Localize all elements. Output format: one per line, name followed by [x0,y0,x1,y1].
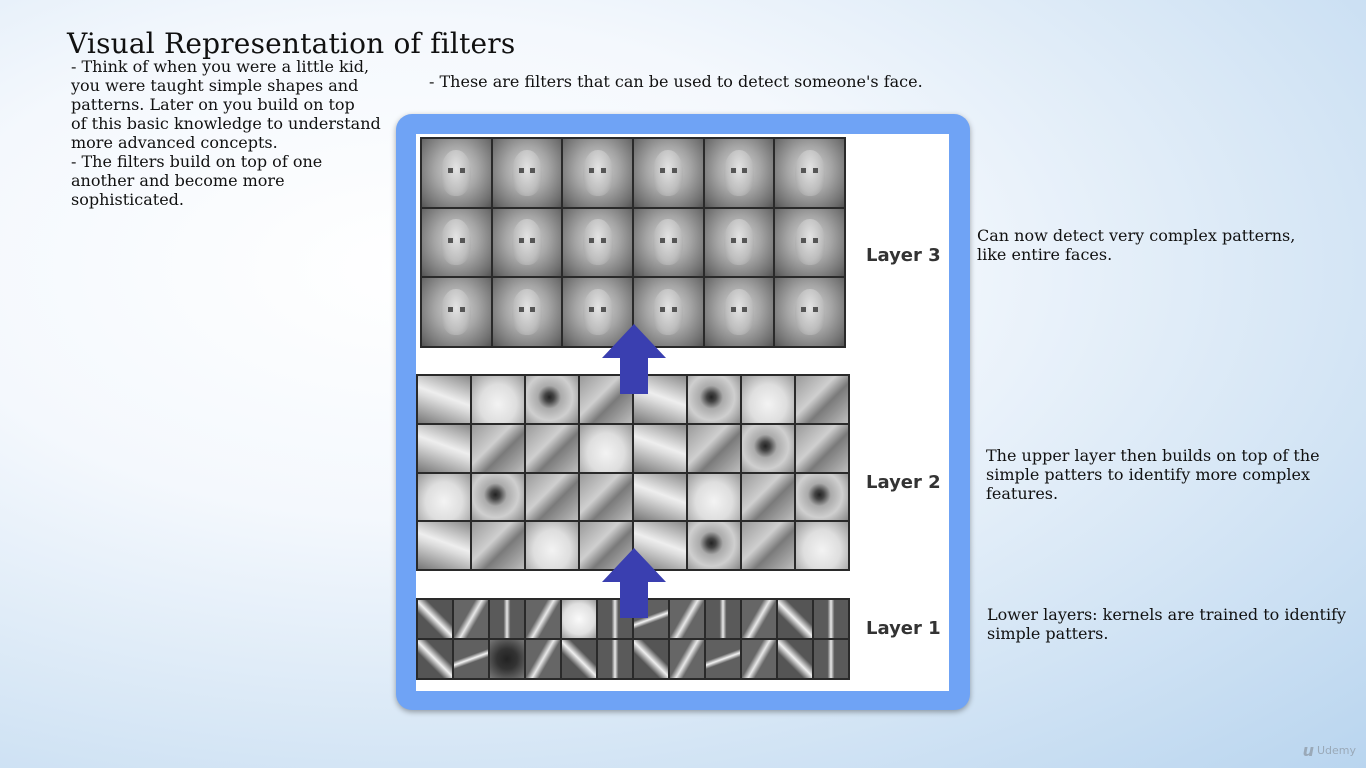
filter-visualization-figure: Layer 3 Layer 2 Layer 1 [396,114,970,710]
feature-filter-cell [634,424,686,472]
feature-filter-cell [796,376,848,423]
feature-filter-cell [472,376,524,423]
edge-kernel-cell [814,600,848,638]
feature-filter-cell [418,376,470,423]
edge-kernel-cell [742,600,776,638]
feature-filter-cell [472,424,524,472]
face-filter-cell [422,139,491,207]
feature-filter-cell [472,522,524,569]
feature-filter-cell [418,424,470,472]
bullet-filters-build: - The filters build on top of one anothe… [71,152,323,209]
udemy-watermark: u Udemy [1303,741,1356,760]
face-filter-cell [492,208,562,277]
face-filter-cell [775,278,844,346]
feature-filter-cell [418,473,470,521]
feature-filter-cell [526,473,578,521]
slide-title: Visual Representation of filters [67,26,516,60]
edge-kernel-cell [670,600,704,638]
feature-filter-cell [580,424,632,472]
feature-filter-cell [796,473,848,521]
face-filter-cell [704,208,774,277]
feature-filter-cell [742,522,794,569]
face-filter-cell [422,208,491,277]
feature-filter-cell [688,424,740,472]
edge-kernel-cell [634,640,668,678]
arrow-up-icon [602,324,666,394]
feature-filter-cell [526,424,578,472]
edge-kernel-cell [562,640,596,678]
edge-kernel-cell [778,640,812,678]
feature-filter-cell [688,376,740,423]
layer2-filter-grid [416,374,850,571]
layer3-caption: Can now detect very complex patterns, li… [977,226,1296,264]
feature-filter-cell [526,522,578,569]
edge-kernel-cell [562,600,596,638]
layer3-filter-grid [420,137,846,348]
face-filter-cell [775,139,844,207]
edge-kernel-cell [706,600,740,638]
figure-panel: Layer 3 Layer 2 Layer 1 [416,134,949,691]
layer1-caption: Lower layers: kernels are trained to ide… [987,605,1347,643]
intro-bullets: - Think of when you were a little kid, y… [71,57,391,209]
edge-kernel-cell [598,640,632,678]
face-filter-cell [704,139,774,207]
bullet-kid-analogy: - Think of when you were a little kid, y… [71,57,381,152]
edge-kernel-cell [418,600,452,638]
feature-filter-cell [418,522,470,569]
arrow-up-icon [602,548,666,618]
udemy-logo-icon: u [1302,741,1314,760]
edge-kernel-cell [778,600,812,638]
layer1-label: Layer 1 [866,618,941,639]
face-filter-cell [492,278,562,346]
feature-filter-cell [742,473,794,521]
feature-filter-cell [580,473,632,521]
face-filter-cell [563,139,632,207]
feature-filter-cell [796,522,848,569]
feature-filter-cell [796,424,848,472]
face-filter-cell [633,139,703,207]
feature-filter-cell [742,424,794,472]
edge-kernel-cell [526,600,560,638]
layer3-label: Layer 3 [866,245,941,266]
feature-filter-cell [688,522,740,569]
feature-filter-cell [742,376,794,423]
face-filter-cell [704,278,774,346]
edge-kernel-cell [670,640,704,678]
feature-filter-cell [526,376,578,423]
edge-kernel-cell [490,600,524,638]
edge-kernel-cell [742,640,776,678]
edge-kernel-cell [706,640,740,678]
feature-filter-cell [472,473,524,521]
feature-filter-cell [688,473,740,521]
layer2-caption: The upper layer then builds on top of th… [986,446,1320,503]
edge-kernel-cell [454,600,488,638]
face-filter-cell [775,208,844,277]
edge-kernel-cell [814,640,848,678]
edge-kernel-cell [454,640,488,678]
face-filter-cell [563,208,632,277]
watermark-text: Udemy [1316,744,1356,757]
edge-kernel-cell [418,640,452,678]
layer2-label: Layer 2 [866,472,941,493]
face-filters-caption: - These are filters that can be used to … [429,72,923,91]
face-filter-cell [492,139,562,207]
edge-kernel-cell [490,640,524,678]
face-filter-cell [422,278,491,346]
feature-filter-cell [634,473,686,521]
face-filter-cell [633,208,703,277]
edge-kernel-cell [526,640,560,678]
